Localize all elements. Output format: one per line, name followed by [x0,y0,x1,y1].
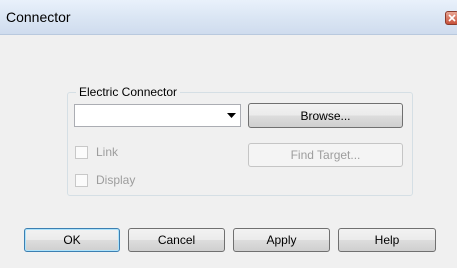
close-button[interactable] [445,11,457,25]
link-label: Link [96,145,119,159]
link-checkbox-row[interactable]: Link [75,144,118,160]
window-title: Connector [6,9,71,25]
title-bar: Connector [0,0,457,35]
display-label: Display [96,173,136,187]
link-checkbox[interactable] [75,145,88,159]
display-checkbox-row[interactable]: Display [75,172,135,188]
browse-button[interactable]: Browse... [248,103,403,128]
connector-combobox[interactable] [74,104,241,127]
close-icon [448,14,456,22]
group-legend: Electric Connector [76,85,181,99]
help-button[interactable]: Help [338,228,436,252]
find-target-button[interactable]: Find Target... [248,143,403,167]
dropdown-arrow-icon[interactable] [227,113,236,118]
display-checkbox[interactable] [75,173,88,187]
ok-button[interactable]: OK [24,228,120,252]
apply-button[interactable]: Apply [233,228,330,252]
cancel-button[interactable]: Cancel [128,228,225,252]
